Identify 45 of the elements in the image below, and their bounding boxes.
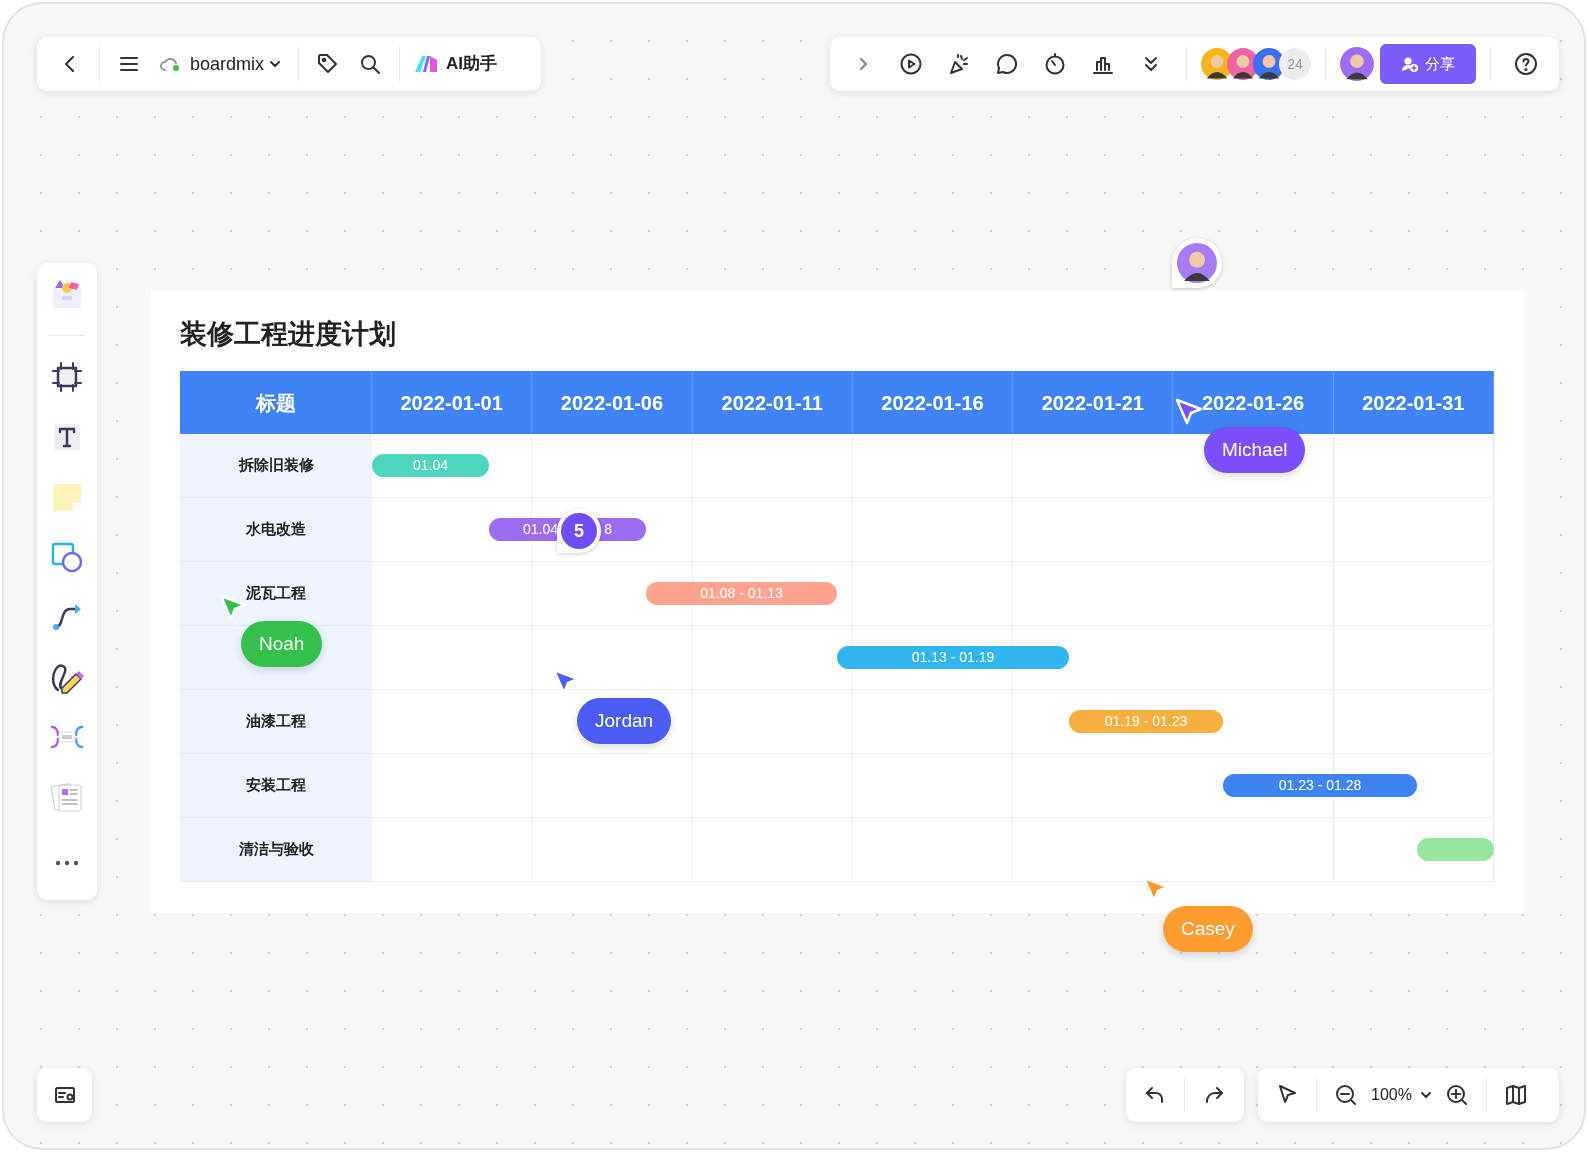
row-label-cell: 泥瓦工程: [180, 562, 372, 626]
map-icon: [1503, 1083, 1528, 1107]
date-header-cell: 2022-01-06: [532, 371, 693, 434]
bar-label: 01.13 - 01.19: [911, 648, 995, 667]
more-icon: [54, 858, 80, 867]
search-icon: [358, 52, 383, 76]
zoom-out-icon: [1334, 1083, 1358, 1107]
bar-label: 8: [604, 520, 612, 539]
cursor-name-label: Michael: [1204, 427, 1306, 473]
timer-icon: [1043, 52, 1067, 76]
cursor-arrow-icon: [219, 594, 247, 622]
add-user-icon: [1401, 55, 1419, 73]
zoom-level-dropdown[interactable]: 100%: [1367, 1077, 1436, 1113]
user-avatar: [1340, 47, 1374, 81]
help-icon: [1514, 52, 1538, 76]
party-popper-icon: [947, 52, 971, 76]
date-header-cell: 2022-01-21: [1013, 371, 1174, 434]
date-header-cell: 2022-01-26: [1173, 371, 1334, 434]
board-title: 装修工程进度计划: [180, 318, 396, 351]
bar-label: 01.08 - 01.13: [700, 584, 783, 603]
row-label-cell: 油漆工程: [180, 690, 372, 754]
file-menu-button[interactable]: boardmix: [150, 46, 291, 82]
cursor-name-label: Jordan: [577, 698, 672, 744]
header-cell: 标题: [180, 371, 372, 434]
bar-label: 01.19 - 01.23: [1104, 712, 1188, 731]
row-label-cell: 拆除旧装修: [180, 434, 372, 498]
ai-assistant-button[interactable]: AI助手: [408, 46, 504, 82]
date-header-cell: 2022-01-16: [852, 371, 1014, 434]
collaborator-count: 24: [1279, 48, 1311, 80]
row-label-cell: 安装工程: [180, 754, 372, 818]
share-button[interactable]: 分享: [1380, 44, 1476, 84]
cursor-arrow-icon: [1175, 398, 1203, 426]
bar-label: 01.23 - 01.28: [1278, 776, 1362, 795]
caret-icon: [1419, 1089, 1432, 1101]
comment-icon: [995, 52, 1019, 76]
date-header-cell: 2022-01-11: [692, 371, 853, 434]
bar-label: 01.04: [523, 520, 559, 539]
play-icon: [899, 52, 923, 76]
bar-label: 01.04: [412, 456, 448, 475]
row-label-cell: 清洁与验收: [180, 818, 372, 882]
cursor-name-label: Casey: [1163, 906, 1253, 952]
date-header-cell: 2022-01-31: [1333, 371, 1494, 434]
row-label-cell: 水电改造: [180, 498, 372, 562]
zoom-in-icon: [1444, 1083, 1469, 1107]
date-header-cell: 2022-01-01: [372, 371, 533, 434]
